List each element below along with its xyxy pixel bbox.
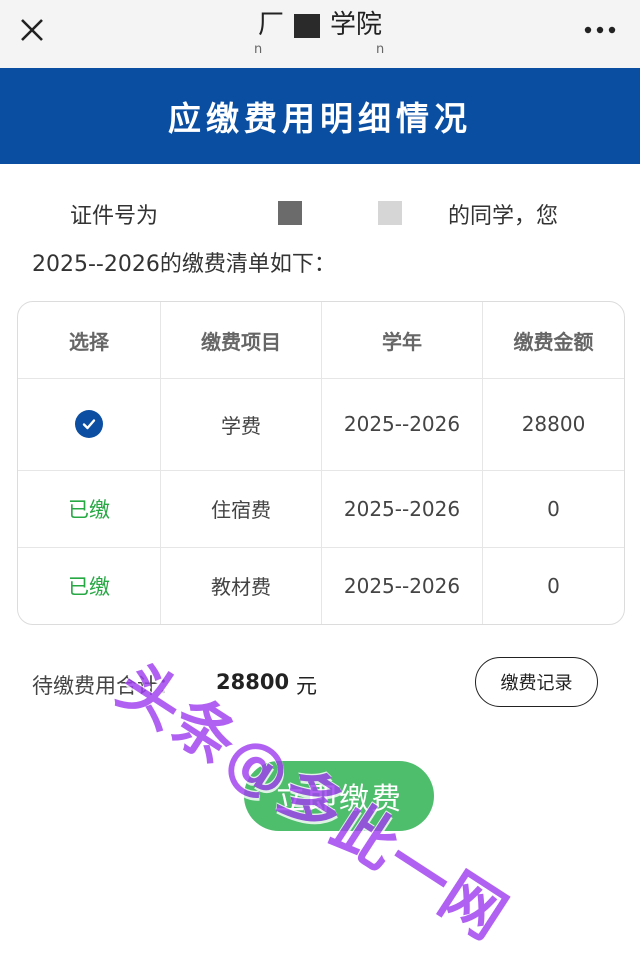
amount-cell: 0 <box>482 546 624 624</box>
pay-now-button[interactable]: 立即缴费 <box>244 761 434 831</box>
redaction-block <box>294 13 320 38</box>
header-item: 缴费项目 <box>160 302 322 380</box>
table-row: 已缴 住宿费 2025--2026 0 <box>18 469 624 548</box>
item-cell: 教材费 <box>160 546 322 624</box>
top-bar: 厂 学院 n n <box>0 0 640 68</box>
total-label: 待缴费用合计： <box>32 674 179 698</box>
payment-record-button[interactable]: 缴费记录 <box>475 657 598 707</box>
header-select: 选择 <box>18 302 161 380</box>
page-title: 厂 学院 <box>120 4 520 41</box>
total-amount: 28800 <box>216 670 290 694</box>
table-header-row: 选择 缴费项目 学年 缴费金额 <box>18 302 624 380</box>
check-circle-icon[interactable] <box>75 410 103 439</box>
close-icon[interactable] <box>14 12 50 48</box>
more-icon[interactable] <box>580 14 620 46</box>
item-cell: 学费 <box>160 378 322 471</box>
intro-line2: 2025--2026的缴费清单如下： <box>32 252 336 277</box>
item-cell: 住宿费 <box>160 469 322 548</box>
total-unit: 元 <box>296 674 317 698</box>
intro-line1-prefix: 证件号为 <box>70 204 159 229</box>
title-suffix: 学院 <box>330 10 383 40</box>
paid-status: 已缴 <box>18 469 161 548</box>
year-cell: 2025--2026 <box>321 469 483 548</box>
amount-cell: 0 <box>482 469 624 548</box>
amount-cell: 28800 <box>482 378 624 471</box>
fee-table: 选择 缴费项目 学年 缴费金额 学费 2025--2026 28800 已缴 住… <box>17 301 625 625</box>
paid-status: 已缴 <box>18 546 161 624</box>
page-banner: 应缴费用明细情况 <box>0 68 640 164</box>
subtitle-left: n <box>254 42 263 57</box>
table-row: 学费 2025--2026 28800 <box>18 378 624 471</box>
header-amount: 缴费金额 <box>482 302 624 380</box>
select-cell[interactable] <box>18 378 161 471</box>
year-cell: 2025--2026 <box>321 546 483 624</box>
redaction-block <box>278 201 302 225</box>
subtitle-right: n <box>376 42 385 57</box>
title-prefix: 厂 <box>257 10 284 40</box>
header-year: 学年 <box>321 302 483 380</box>
year-cell: 2025--2026 <box>321 378 483 471</box>
redaction-block <box>378 201 402 225</box>
table-row: 已缴 教材费 2025--2026 0 <box>18 546 624 624</box>
intro-line1-suffix: 的同学，您 <box>448 204 559 229</box>
